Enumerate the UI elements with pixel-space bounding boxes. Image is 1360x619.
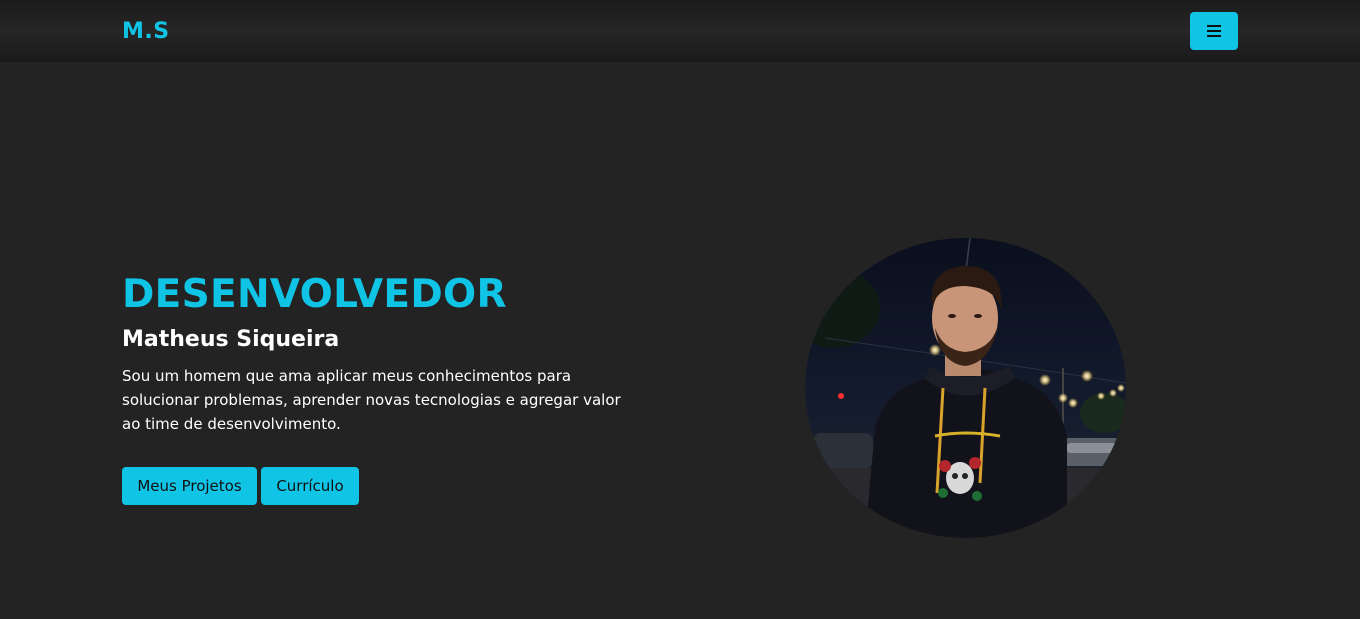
hero-description: Sou um homem que ama aplicar meus conhec…: [122, 367, 621, 433]
hero-name: Matheus Siqueira: [122, 327, 340, 352]
brand-logo[interactable]: M.S: [122, 19, 170, 44]
hamburger-menu-icon: [1207, 25, 1221, 37]
profile-photo: [805, 238, 1126, 538]
my-projects-button[interactable]: Meus Projetos: [122, 467, 257, 505]
menu-toggle-button[interactable]: [1190, 12, 1238, 50]
resume-button[interactable]: Currículo: [261, 467, 359, 505]
navbar: M.S: [0, 0, 1360, 62]
hero-title: DESENVOLVEDOR: [122, 272, 507, 317]
